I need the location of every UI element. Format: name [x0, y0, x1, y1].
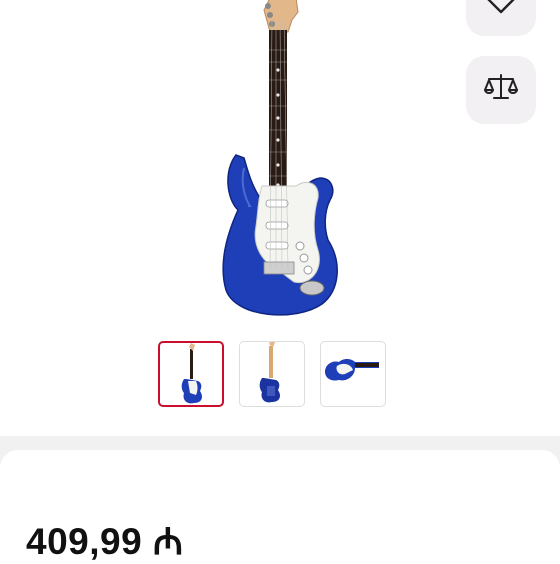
- thumbnail-front[interactable]: [158, 341, 224, 407]
- product-price: 409,99 ₼: [26, 521, 184, 562]
- thumbnail-back[interactable]: [239, 341, 305, 407]
- heart-icon: [484, 0, 518, 20]
- wishlist-button[interactable]: [466, 0, 536, 36]
- thumbnail-side[interactable]: [320, 341, 386, 407]
- product-main-image[interactable]: [200, 0, 360, 330]
- compare-button[interactable]: [466, 56, 536, 124]
- scales-icon: [484, 72, 518, 109]
